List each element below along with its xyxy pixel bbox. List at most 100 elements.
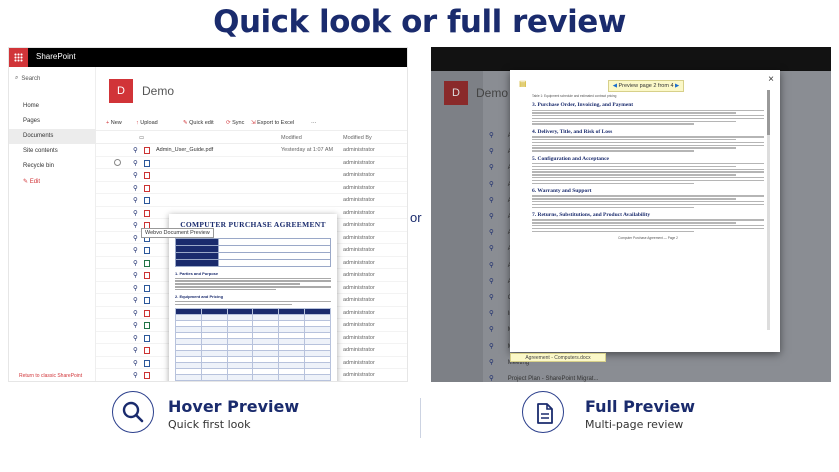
- return-to-classic-link[interactable]: Return to classic SharePoint: [19, 373, 82, 379]
- quick-view-icon[interactable]: ⚲: [133, 246, 138, 254]
- quick-view-icon[interactable]: ⚲: [133, 284, 138, 292]
- quick-view-icon[interactable]: ⚲: [133, 334, 138, 342]
- site-title[interactable]: Demo: [142, 84, 174, 98]
- quick-view-icon[interactable]: ⚲: [133, 184, 138, 192]
- site-logo[interactable]: D: [109, 79, 133, 103]
- doc-caption: Table 1: Equipment schedule and estimate…: [532, 94, 617, 98]
- suite-name[interactable]: SharePoint: [36, 52, 76, 61]
- file-modified-by: administrator: [343, 322, 375, 328]
- modified-by-column-header[interactable]: Modified By: [343, 135, 372, 141]
- command-more[interactable]: ···: [311, 120, 317, 126]
- hover-preview-card[interactable]: COMPUTER PURCHASE AGREEMENT 1. Parties a…: [169, 214, 337, 381]
- nav-edit-link[interactable]: ✎ Edit: [9, 174, 96, 189]
- search-icon: ⌕: [15, 75, 19, 81]
- hover-preview-subtitle: Quick first look: [168, 418, 251, 431]
- row-select-radio[interactable]: [114, 158, 121, 166]
- quick-view-icon[interactable]: ⚲: [133, 196, 138, 204]
- nav-item-recycle-bin[interactable]: Recycle bin: [9, 159, 96, 174]
- quick-view-icon[interactable]: ⚲: [133, 271, 138, 279]
- file-modified-by: administrator: [343, 209, 375, 216]
- quick-view-icon[interactable]: ⚲: [133, 234, 138, 242]
- quick-view-icon: ⚲: [489, 196, 494, 204]
- preview-parties-table: [174, 238, 331, 267]
- command-sync[interactable]: ⟳ Sync: [226, 120, 244, 126]
- quick-view-icon[interactable]: ⚲: [133, 321, 138, 329]
- table-cell: [278, 374, 306, 381]
- app-launcher-button[interactable]: [9, 48, 28, 67]
- modified-column-header[interactable]: Modified: [281, 135, 302, 141]
- quick-view-icon[interactable]: ⚲: [133, 171, 138, 179]
- quick-view-icon[interactable]: ⚲: [133, 296, 138, 304]
- preview-text-line: [175, 280, 331, 282]
- command-export-to-excel[interactable]: ⇲ Export to Excel: [251, 120, 294, 126]
- command-new[interactable]: + New: [106, 120, 122, 126]
- nav-item-documents[interactable]: Documents: [9, 129, 96, 144]
- doc-text-line: [532, 136, 764, 138]
- dimmed-file-row: ⚲ Project Plan - SharePoint Migrat...: [489, 374, 598, 382]
- file-row[interactable]: ⚲ administrator: [96, 157, 407, 169]
- doc-file-icon: [144, 247, 150, 254]
- quick-view-icon[interactable]: ⚲: [133, 359, 138, 367]
- quick-view-icon: ⚲: [489, 277, 494, 285]
- full-preview-screenshot: D Demo ⚲Admin⚲Agreem⚲Agreem⚲Agreem⚲Agree…: [431, 47, 831, 382]
- file-row[interactable]: ⚲ administrator: [96, 169, 407, 182]
- scrollbar-thumb[interactable]: [767, 90, 770, 135]
- quick-view-icon[interactable]: ⚲: [133, 309, 138, 317]
- command-quick-edit[interactable]: ✎ Quick edit: [183, 120, 214, 126]
- quick-view-icon[interactable]: ⚲: [133, 159, 138, 167]
- file-modified-by: administrator: [343, 184, 375, 191]
- nav-item-home[interactable]: Home: [9, 99, 96, 114]
- quick-view-icon: ⚲: [489, 132, 494, 139]
- previous-page-icon[interactable]: ◀: [613, 83, 617, 89]
- quick-view-icon[interactable]: ⚲: [133, 221, 138, 229]
- command-bar: + New ↑ Upload ✎ Quick edit ⟳ Sync ⇲ Export …: [96, 117, 407, 131]
- file-modified-by: administrator: [343, 284, 375, 291]
- quick-view-icon[interactable]: ⚲: [133, 209, 138, 217]
- quick-view-icon[interactable]: ⚲: [133, 259, 138, 267]
- hover-preview-badge: [112, 391, 154, 433]
- quick-view-icon: ⚲: [489, 310, 494, 318]
- doc-text-line: [532, 163, 764, 165]
- command-label: Upload: [140, 120, 158, 126]
- nav-item-pages[interactable]: Pages: [9, 114, 96, 129]
- file-row[interactable]: ⚲ administrator: [96, 182, 407, 194]
- site-logo-dimmed: D: [444, 81, 468, 105]
- file-row[interactable]: ⚲ Admin_User_Guide.pdf Yesterday at 1:07 A…: [96, 144, 407, 157]
- quick-view-icon: ⚲: [489, 245, 494, 253]
- doc-text-line: [532, 109, 764, 111]
- file-modified-by: administrator: [343, 147, 375, 153]
- suite-bar-dimmed: [431, 47, 831, 71]
- document-name-tab[interactable]: Agreement - Computers.docx: [510, 353, 606, 362]
- full-preview-badge: [522, 391, 564, 433]
- dimmed-file-name: Project Plan - SharePoint Migrat...: [507, 376, 599, 382]
- command-upload[interactable]: ↑ Upload: [136, 120, 158, 126]
- quick-view-icon[interactable]: ⚲: [133, 371, 138, 379]
- viewer-scrollbar[interactable]: [767, 90, 770, 330]
- pdf-file-icon: [144, 147, 150, 154]
- file-row[interactable]: ⚲ administrator: [96, 194, 407, 207]
- xls-file-icon: [144, 322, 150, 329]
- nav-item-site-contents[interactable]: Site contents: [9, 144, 96, 159]
- file-type-column-icon[interactable]: ▭: [139, 135, 144, 141]
- doc-section-heading: 5. Configuration and Acceptance: [532, 155, 609, 162]
- preview-text-line: [175, 286, 331, 288]
- waffle-icon: [14, 53, 23, 62]
- file-modified-by: administrator: [343, 259, 375, 266]
- command-label: ···: [311, 120, 317, 126]
- pdf-file-icon: [144, 347, 150, 354]
- doc-file-icon: [144, 159, 150, 167]
- quick-view-icon[interactable]: ⚲: [133, 346, 138, 354]
- left-navigation: ⌕ Search Home Pages Documents Site contents…: [9, 67, 96, 381]
- quick-view-icon: ⚲: [489, 164, 494, 172]
- full-preview-viewer[interactable]: ▤ ◀ Preview page 2 from 4 ▶ × Table 1: E…: [510, 70, 780, 352]
- search-box[interactable]: ⌕ Search: [15, 75, 40, 82]
- file-name[interactable]: Admin_User_Guide.pdf: [156, 147, 213, 153]
- close-icon[interactable]: ×: [768, 74, 774, 85]
- quick-view-icon[interactable]: ⚲: [133, 146, 138, 154]
- command-label: Export to Excel: [257, 120, 295, 126]
- doc-text-line: [532, 147, 737, 149]
- quick-view-icon: ⚲: [489, 180, 494, 188]
- next-page-icon[interactable]: ▶: [675, 83, 679, 89]
- page-indicator[interactable]: ◀ Preview page 2 from 4 ▶: [608, 80, 684, 92]
- doc-file-icon: [144, 334, 150, 342]
